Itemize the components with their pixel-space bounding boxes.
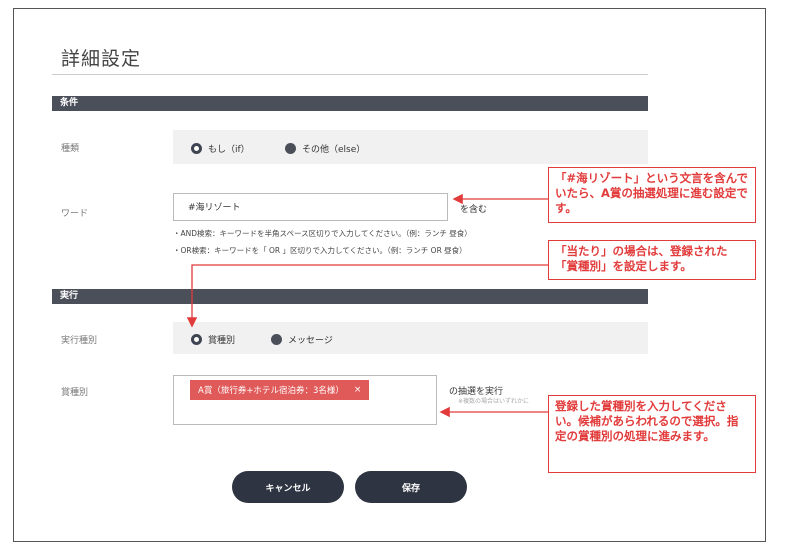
arrow-atari: [186, 264, 548, 328]
callout-prize: 登録した賞種別を入力してください。候補があらわれるので選択。指定の賞種別の処理に…: [548, 395, 756, 473]
callout-word: 「#海リゾート」という文言を含んでいたら、A賞の抽選処理に進む設定です。: [548, 167, 756, 223]
callout-atari: 「当たり」の場合は、登録された「賞種別」を設定します。: [548, 240, 756, 280]
